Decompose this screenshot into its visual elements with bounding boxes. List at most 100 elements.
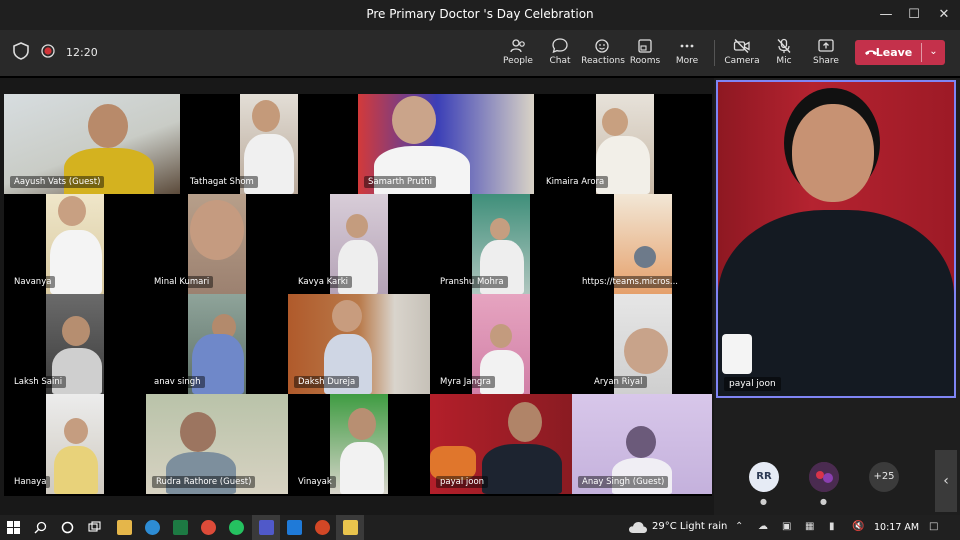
- participant-name-label: Laksh Saini: [10, 376, 67, 388]
- participant-name-label: Kavya Karki: [294, 276, 353, 288]
- participant-name-label: anav singh: [150, 376, 205, 388]
- meet-now-icon[interactable]: ▦: [805, 521, 814, 532]
- participant-video-tile[interactable]: Aayush Vats (Guest): [4, 94, 180, 194]
- participant-name-label: payal joon: [436, 476, 489, 488]
- tray-app-icon[interactable]: ▣: [782, 521, 791, 532]
- notifications-icon[interactable]: □: [929, 521, 938, 532]
- reactions-icon: [595, 39, 609, 53]
- people-button[interactable]: People: [496, 36, 540, 72]
- meeting-stage: Aayush Vats (Guest) Tathagat Shom Samart…: [0, 78, 714, 515]
- cortana-icon[interactable]: [61, 521, 74, 534]
- more-icon: [680, 44, 694, 48]
- search-icon[interactable]: [34, 521, 47, 534]
- onedrive-icon[interactable]: ☁: [758, 521, 768, 532]
- leave-button[interactable]: Leave ⌄: [855, 40, 945, 65]
- participant-video-tile[interactable]: [330, 394, 388, 494]
- chat-label: Chat: [549, 56, 571, 66]
- camera-button[interactable]: Camera: [720, 36, 764, 72]
- spotlight-video[interactable]: payal joon: [716, 80, 956, 398]
- powerpoint-icon[interactable]: [315, 520, 330, 535]
- people-icon: [510, 39, 525, 53]
- mic-label: Mic: [776, 56, 792, 66]
- participant-video-tile[interactable]: payal joon: [430, 394, 572, 494]
- participant-video-tile[interactable]: Anay Singh (Guest): [572, 394, 712, 494]
- meeting-timer: 12:20: [66, 46, 98, 59]
- window-title: Pre Primary Doctor 's Day Celebration: [366, 7, 594, 21]
- people-label: People: [503, 56, 533, 66]
- battery-icon[interactable]: ▮: [829, 521, 835, 532]
- participant-name-label: Daksh Dureja: [294, 376, 360, 388]
- participant-video-tile[interactable]: [46, 394, 104, 494]
- participant-name-label: Tathagat Shom: [186, 176, 258, 188]
- teams-icon[interactable]: [259, 520, 274, 535]
- taskbar-clock[interactable]: 10:17 AM: [874, 522, 919, 533]
- leave-label: Leave: [875, 46, 913, 59]
- rooms-button[interactable]: Rooms: [623, 36, 667, 72]
- sticky-notes-icon[interactable]: [343, 520, 358, 535]
- chrome-icon[interactable]: [201, 520, 216, 535]
- collapse-panel-chevron-icon[interactable]: ‹: [935, 450, 957, 512]
- file-explorer-icon[interactable]: [117, 520, 132, 535]
- title-bar: Pre Primary Doctor 's Day Celebration — …: [0, 0, 960, 30]
- chat-button[interactable]: Chat: [538, 36, 582, 72]
- overflow-participants-count[interactable]: +25: [869, 462, 899, 492]
- edge-browser-icon[interactable]: [145, 520, 160, 535]
- recording-icon: [41, 44, 55, 58]
- rooms-label: Rooms: [629, 56, 661, 66]
- reactions-button[interactable]: Reactions: [581, 36, 625, 72]
- share-button[interactable]: Share: [804, 36, 848, 72]
- reactions-label: Reactions: [581, 56, 625, 66]
- maximize-button[interactable]: ☐: [900, 4, 928, 26]
- leave-dropdown-chevron-icon[interactable]: ⌄: [922, 40, 945, 65]
- participant-name-label: Kimaira Arora: [542, 176, 609, 188]
- toolbar-divider: [714, 40, 715, 66]
- leave-main-button[interactable]: Leave: [855, 40, 921, 65]
- spotlight-name-label: payal joon: [724, 377, 781, 391]
- windows-taskbar: 29°C Light rain ⌃ ☁ ▣ ▦ ▮ 🔇 10:17 AM □: [0, 515, 960, 540]
- weather-cloud-icon: [629, 522, 647, 533]
- hang-up-icon: [865, 50, 877, 55]
- camera-label: Camera: [724, 56, 760, 66]
- minimize-button[interactable]: —: [872, 4, 900, 26]
- participant-name-label: https://teams.micros...: [578, 276, 683, 288]
- shield-icon: [13, 42, 29, 60]
- avatar[interactable]: RR: [749, 462, 779, 492]
- participant-name-label: Vinayak: [294, 476, 336, 488]
- weather-text[interactable]: 29°C Light rain: [652, 521, 727, 532]
- participant-name-label: Aryan Riyal: [590, 376, 647, 388]
- participant-video-tile[interactable]: Samarth Pruthi: [358, 94, 534, 194]
- share-label: Share: [813, 56, 839, 66]
- participant-name-label: Myra Jangra: [436, 376, 495, 388]
- profile-picture-icon: [809, 462, 839, 492]
- close-button[interactable]: ✕: [930, 4, 958, 26]
- more-label: More: [675, 56, 699, 66]
- participant-video-tile[interactable]: Rudra Rathore (Guest): [146, 394, 288, 494]
- chat-icon: [552, 38, 568, 54]
- participant-name-label: Pranshu Mohra: [436, 276, 508, 288]
- participant-name-label: Minal Kumari: [150, 276, 214, 288]
- participant-name-label: Hanaya: [10, 476, 51, 488]
- task-view-icon[interactable]: [88, 521, 101, 534]
- mic-muted-icon: ●: [760, 497, 767, 506]
- whatsapp-icon[interactable]: [229, 520, 244, 535]
- share-icon: [818, 39, 834, 52]
- participant-name-label: Rudra Rathore (Guest): [152, 476, 256, 488]
- app-icon[interactable]: [287, 520, 302, 535]
- participant-name-label: Samarth Pruthi: [364, 176, 436, 188]
- camera-off-icon: [733, 39, 750, 53]
- mic-muted-icon: ●: [820, 497, 827, 506]
- tray-chevron-up-icon[interactable]: ⌃: [735, 521, 743, 532]
- excel-icon[interactable]: [173, 520, 188, 535]
- participant-name-label: Navanya: [10, 276, 56, 288]
- video-gallery: Aayush Vats (Guest) Tathagat Shom Samart…: [4, 94, 712, 496]
- meeting-toolbar: 12:20 People Chat Reactions Rooms More C…: [0, 30, 960, 76]
- participant-name-label: Anay Singh (Guest): [578, 476, 669, 488]
- participant-video-tile[interactable]: Daksh Dureja: [288, 294, 430, 394]
- windows-start-icon[interactable]: [7, 521, 20, 534]
- rooms-icon: [638, 39, 652, 53]
- mic-button[interactable]: Mic: [762, 36, 806, 72]
- more-button[interactable]: More: [665, 36, 709, 72]
- volume-muted-icon[interactable]: 🔇: [852, 521, 864, 532]
- mic-off-icon: [777, 38, 791, 53]
- avatar[interactable]: [809, 462, 839, 492]
